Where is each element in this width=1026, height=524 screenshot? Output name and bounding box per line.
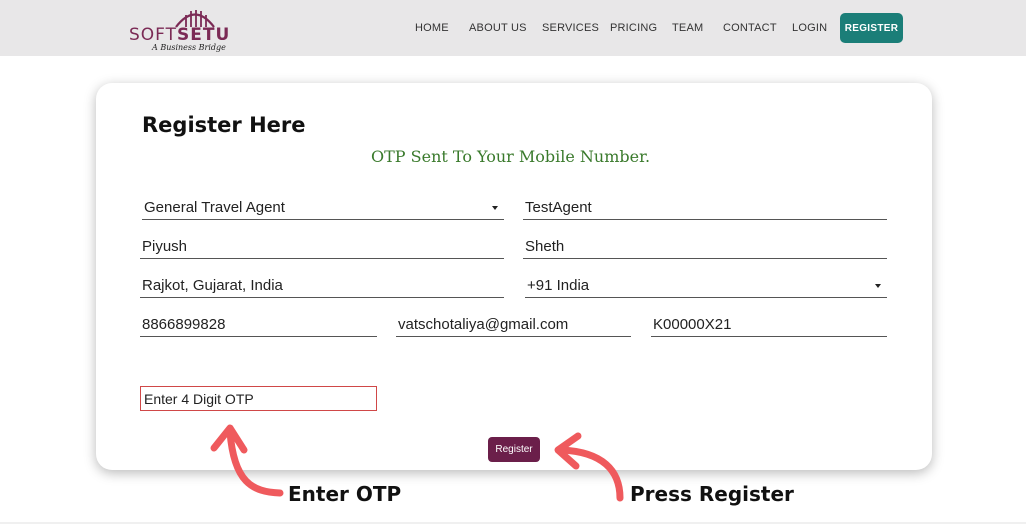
email-value: vatschotaliya@gmail.com: [398, 316, 569, 333]
dropdown-caret-icon: [875, 284, 881, 288]
press-register-hint: Press Register: [630, 482, 794, 506]
nav-login[interactable]: LOGIN: [792, 22, 827, 34]
code-field[interactable]: K00000X21: [651, 313, 887, 337]
curved-arrow-left-icon: [554, 432, 624, 502]
top-navbar: SOFTSETU A Business Bridge HOME ABOUT US…: [0, 0, 1026, 56]
code-value: K00000X21: [653, 316, 732, 333]
nav-register-button[interactable]: REGISTER: [840, 13, 903, 43]
agent-type-value: General Travel Agent: [144, 199, 285, 216]
last-name-value: Sheth: [525, 238, 565, 255]
otp-placeholder: Enter 4 Digit OTP: [144, 390, 254, 407]
brand-tagline: A Business Bridge: [152, 43, 226, 52]
enter-otp-hint: Enter OTP: [288, 482, 402, 506]
curved-arrow-up-icon: [210, 424, 284, 497]
brand-name-soft: SOFT: [129, 25, 178, 45]
dropdown-caret-icon: [492, 206, 498, 210]
otp-input[interactable]: Enter 4 Digit OTP: [140, 386, 377, 411]
brand-logo[interactable]: SOFTSETU A Business Bridge: [126, 6, 246, 54]
otp-sent-message: OTP Sent To Your Mobile Number.: [371, 147, 651, 166]
email-field[interactable]: vatschotaliya@gmail.com: [396, 313, 631, 337]
country-code-select[interactable]: +91 India: [525, 274, 887, 298]
brand-name-setu: SETU: [177, 25, 231, 45]
country-code-value: +91 India: [527, 277, 590, 294]
brand-name: SOFTSETU: [129, 25, 230, 45]
first-name-value: Piyush: [142, 238, 188, 255]
last-name-field[interactable]: Sheth: [523, 235, 887, 259]
nav-home[interactable]: HOME: [415, 22, 449, 34]
nav-about-us[interactable]: ABOUT US: [469, 22, 527, 34]
nav-services[interactable]: SERVICES: [542, 22, 599, 34]
first-name-field[interactable]: Piyush: [140, 235, 504, 259]
page-title: Register Here: [142, 113, 306, 137]
location-field[interactable]: Rajkot, Gujarat, India: [140, 274, 504, 298]
username-value: TestAgent: [525, 199, 592, 216]
nav-pricing[interactable]: PRICING: [610, 22, 657, 34]
mobile-field[interactable]: 8866899828: [140, 313, 377, 337]
location-value: Rajkot, Gujarat, India: [142, 277, 283, 294]
agent-type-select[interactable]: General Travel Agent: [142, 196, 504, 220]
nav-contact[interactable]: CONTACT: [723, 22, 777, 34]
username-field[interactable]: TestAgent: [523, 196, 887, 220]
nav-team[interactable]: TEAM: [672, 22, 703, 34]
mobile-value: 8866899828: [142, 316, 226, 333]
register-button[interactable]: Register: [488, 437, 540, 462]
